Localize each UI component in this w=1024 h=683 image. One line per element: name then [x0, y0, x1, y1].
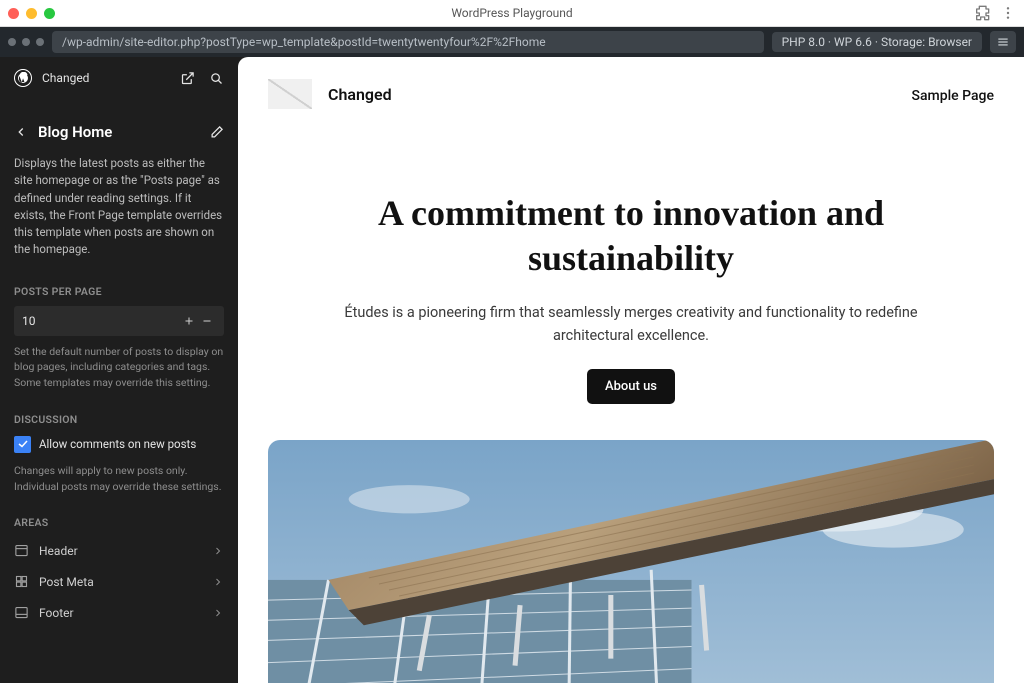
- site-name[interactable]: Changed: [42, 71, 89, 85]
- allow-comments-checkbox[interactable]: [14, 436, 31, 453]
- posts-per-page-value[interactable]: 10: [22, 314, 180, 328]
- nav-link-sample-page[interactable]: Sample Page: [912, 88, 994, 104]
- playground-menu-button[interactable]: [990, 31, 1016, 53]
- header-icon: [14, 543, 29, 558]
- browser-menu-icon[interactable]: [1000, 5, 1016, 21]
- traffic-lights: [8, 8, 55, 19]
- playground-url-bar[interactable]: /wp-admin/site-editor.php?postType=wp_te…: [52, 31, 764, 53]
- discussion-label: DISCUSSION: [0, 401, 238, 432]
- preview-site-nav: Sample Page: [912, 85, 994, 104]
- playground-dots: [8, 38, 44, 46]
- hero-title[interactable]: A commitment to innovation and sustainab…: [315, 191, 947, 281]
- browser-chrome: WordPress Playground: [0, 0, 1024, 27]
- post-meta-icon: [14, 574, 29, 589]
- areas-label: AREAS: [0, 504, 238, 535]
- hero-button[interactable]: About us: [587, 369, 675, 404]
- chevron-right-icon: [212, 607, 224, 619]
- browser-tab-title: WordPress Playground: [451, 6, 572, 20]
- preview-site-title[interactable]: Changed: [328, 85, 392, 104]
- site-preview-canvas[interactable]: Changed Sample Page A commitment to inno…: [238, 57, 1024, 683]
- area-item-footer[interactable]: Footer: [0, 597, 238, 628]
- hero-subtitle[interactable]: Études is a pioneering firm that seamles…: [315, 301, 947, 347]
- discussion-help: Changes will apply to new posts only. In…: [0, 457, 238, 505]
- panel-description: Displays the latest posts as either the …: [0, 151, 238, 273]
- footer-icon: [14, 605, 29, 620]
- panel-header: Blog Home: [0, 99, 238, 151]
- decrement-button[interactable]: [198, 312, 216, 330]
- sidebar-header: Changed: [0, 57, 238, 99]
- site-editor: Changed Blog Home Displays the latest po…: [0, 57, 1024, 683]
- posts-per-page-control[interactable]: 10: [14, 306, 224, 336]
- area-label: Footer: [39, 606, 202, 620]
- wordpress-logo-icon[interactable]: [14, 69, 32, 87]
- browser-chrome-right: [976, 5, 1016, 21]
- minimize-window-button[interactable]: [26, 8, 37, 19]
- back-icon[interactable]: [14, 125, 28, 139]
- chevron-right-icon: [212, 545, 224, 557]
- maximize-window-button[interactable]: [44, 8, 55, 19]
- area-item-post-meta[interactable]: Post Meta: [0, 566, 238, 597]
- allow-comments-label: Allow comments on new posts: [39, 437, 196, 451]
- extensions-icon[interactable]: [976, 5, 992, 21]
- pg-dot: [8, 38, 16, 46]
- close-window-button[interactable]: [8, 8, 19, 19]
- preview-site-header: Changed Sample Page: [238, 57, 1024, 131]
- playground-env-badge[interactable]: PHP 8.0 · WP 6.6 · Storage: Browser: [772, 32, 982, 52]
- open-site-icon[interactable]: [180, 71, 195, 86]
- panel-title: Blog Home: [38, 123, 209, 141]
- area-label: Header: [39, 544, 202, 558]
- edit-icon[interactable]: [209, 125, 224, 140]
- canvas-wrap: Changed Sample Page A commitment to inno…: [238, 57, 1024, 683]
- search-icon[interactable]: [209, 71, 224, 86]
- chevron-right-icon: [212, 576, 224, 588]
- playground-toolbar: /wp-admin/site-editor.php?postType=wp_te…: [0, 27, 1024, 57]
- posts-per-page-label: POSTS PER PAGE: [0, 273, 238, 304]
- increment-button[interactable]: [180, 312, 198, 330]
- pg-dot: [36, 38, 44, 46]
- editor-sidebar: Changed Blog Home Displays the latest po…: [0, 57, 238, 683]
- hero-section: A commitment to innovation and sustainab…: [291, 191, 971, 404]
- allow-comments-row: Allow comments on new posts: [0, 432, 238, 457]
- area-label: Post Meta: [39, 575, 202, 589]
- area-item-header[interactable]: Header: [0, 535, 238, 566]
- pg-dot: [22, 38, 30, 46]
- hero-image[interactable]: [268, 440, 994, 683]
- posts-per-page-help: Set the default number of posts to displ…: [0, 338, 238, 401]
- site-logo-placeholder[interactable]: [268, 79, 312, 109]
